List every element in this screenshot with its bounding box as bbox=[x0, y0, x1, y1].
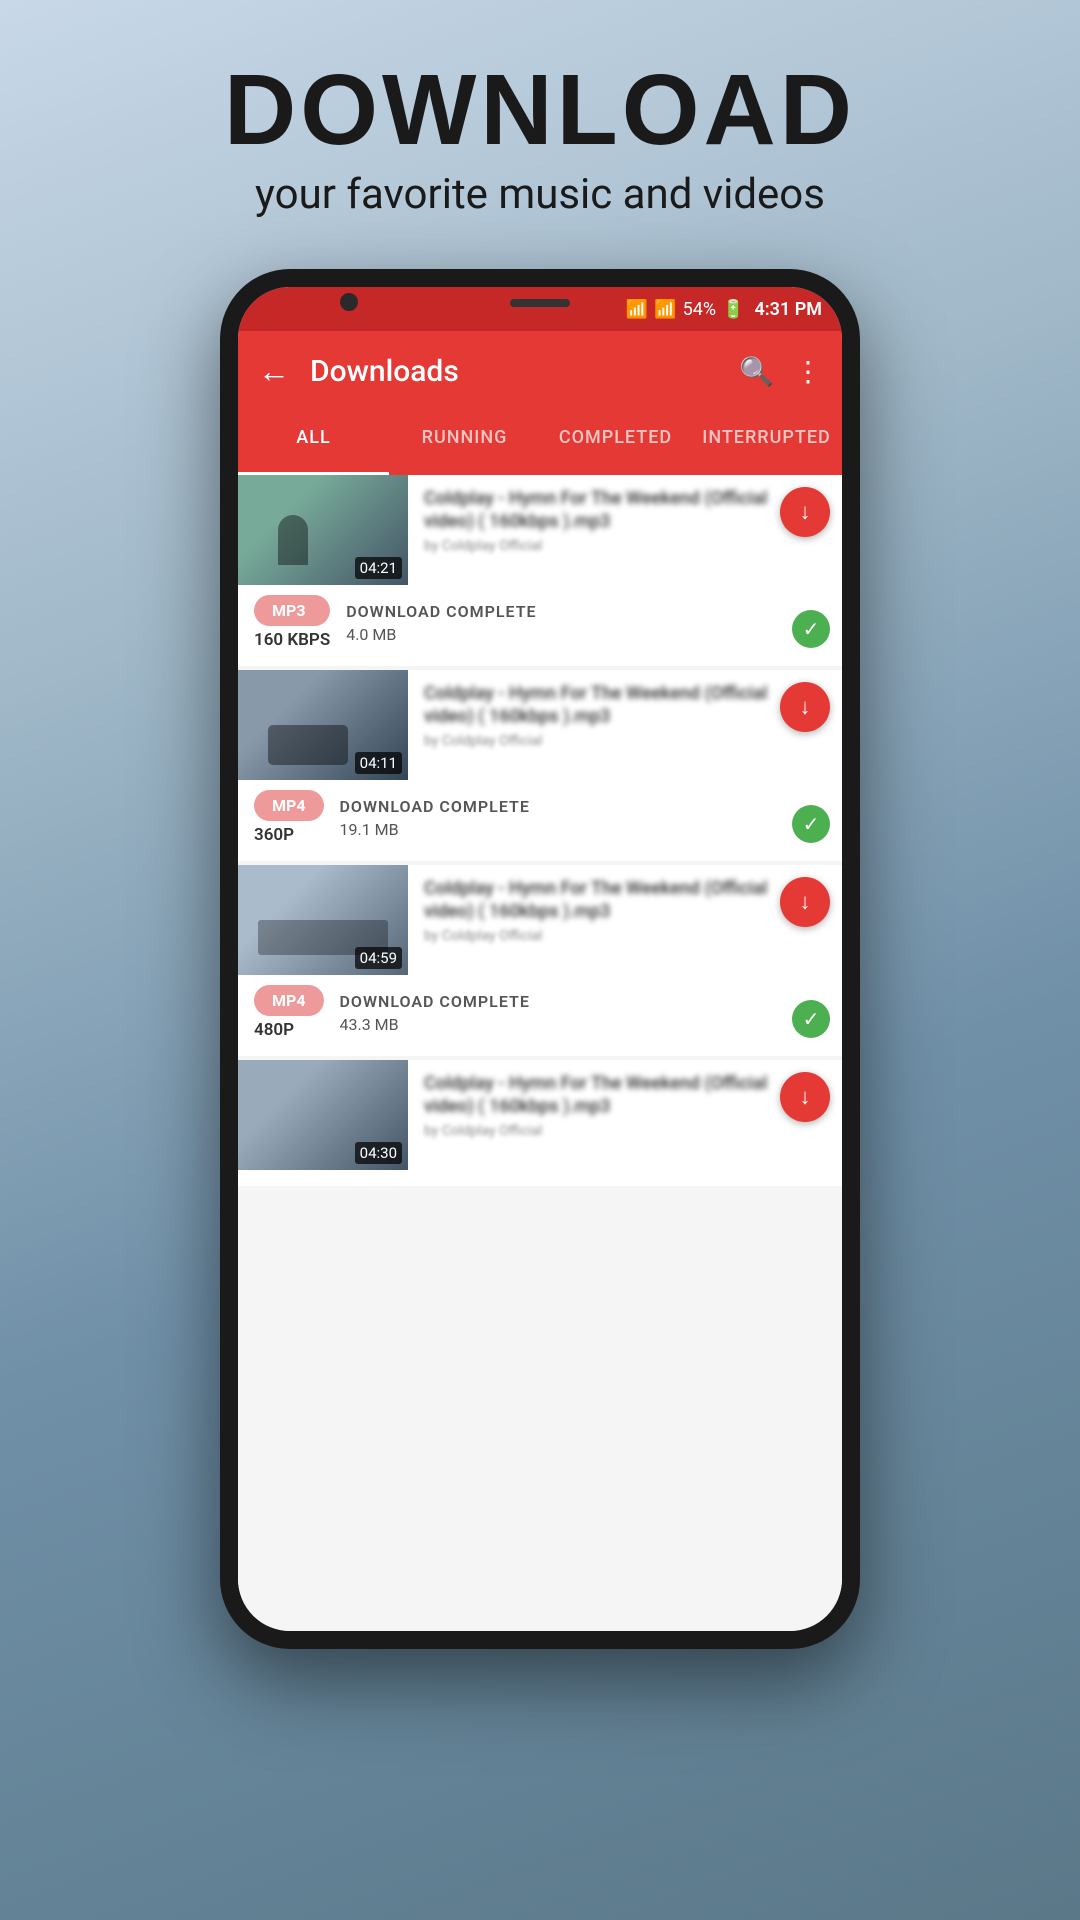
quality-label-1: 160 KBPS bbox=[254, 630, 330, 650]
battery-icon: 🔋 bbox=[722, 299, 744, 320]
status-label-3: DOWNLOAD COMPLETE bbox=[340, 992, 530, 1011]
battery-percent: 54% bbox=[683, 299, 716, 320]
downloads-list: 04:21 Coldplay - Hymn For The Weekend (O… bbox=[238, 475, 842, 1631]
status-icons: 📶 📶 54% 🔋 4:31 PM bbox=[626, 299, 822, 320]
action-icons: 🔍 ⋮ bbox=[739, 355, 822, 388]
download-info-3: Coldplay - Hymn For The Weekend (Officia… bbox=[408, 865, 842, 975]
download-channel-4: by Coldplay Official bbox=[424, 1123, 772, 1139]
file-size-2: 19.1 MB bbox=[340, 820, 530, 839]
list-item: 04:59 Coldplay - Hymn For The Weekend (O… bbox=[238, 865, 842, 1056]
hero-section: DOWNLOAD your favorite music and videos bbox=[184, 0, 896, 259]
thumbnail-4: 04:30 bbox=[238, 1060, 408, 1170]
bottom-info-3: MP4 480P bbox=[254, 985, 324, 1040]
download-item-top-3: 04:59 Coldplay - Hymn For The Weekend (O… bbox=[238, 865, 842, 975]
download-arrow-icon-4: ↓ bbox=[800, 1084, 811, 1110]
download-title-1: Coldplay - Hymn For The Weekend (Officia… bbox=[424, 487, 772, 534]
file-size-3: 43.3 MB bbox=[340, 1015, 530, 1034]
download-channel-3: by Coldplay Official bbox=[424, 928, 772, 944]
download-title-2: Coldplay - Hymn For The Weekend (Officia… bbox=[424, 682, 772, 729]
tab-all[interactable]: All bbox=[238, 411, 389, 475]
back-icon: ← bbox=[258, 352, 290, 390]
download-action-btn-2[interactable]: ↓ bbox=[780, 682, 830, 732]
download-title-3: Coldplay - Hymn For The Weekend (Officia… bbox=[424, 877, 772, 924]
status-label-2: DOWNLOAD COMPLETE bbox=[340, 797, 530, 816]
format-badge-3: MP4 bbox=[254, 985, 324, 1016]
download-arrow-icon-1: ↓ bbox=[800, 499, 811, 525]
list-item: 04:30 Coldplay - Hymn For The Weekend (O… bbox=[238, 1060, 842, 1186]
bottom-info-1: MP3 160 KBPS bbox=[254, 595, 330, 650]
status-time: 4:31 PM bbox=[754, 299, 822, 320]
download-title-4: Coldplay - Hymn For The Weekend (Officia… bbox=[424, 1072, 772, 1119]
more-options-button[interactable]: ⋮ bbox=[794, 355, 822, 388]
download-item-bottom-2: MP4 360P DOWNLOAD COMPLETE 19.1 MB ✓ bbox=[238, 780, 842, 845]
thumbnail-3: 04:59 bbox=[238, 865, 408, 975]
hero-subtitle: your favorite music and videos bbox=[224, 170, 856, 219]
status-label-1: DOWNLOAD COMPLETE bbox=[346, 602, 536, 621]
list-item: 04:11 Coldplay - Hymn For The Weekend (O… bbox=[238, 670, 842, 861]
tab-running[interactable]: Running bbox=[389, 411, 540, 475]
tab-interrupted[interactable]: Interrupted bbox=[691, 411, 842, 475]
duration-4: 04:30 bbox=[355, 1142, 402, 1164]
download-info-2: Coldplay - Hymn For The Weekend (Officia… bbox=[408, 670, 842, 780]
list-item: 04:21 Coldplay - Hymn For The Weekend (O… bbox=[238, 475, 842, 666]
download-action-btn-3[interactable]: ↓ bbox=[780, 877, 830, 927]
check-icon-3: ✓ bbox=[792, 1000, 830, 1038]
download-action-btn-4[interactable]: ↓ bbox=[780, 1072, 830, 1122]
check-icon-1: ✓ bbox=[792, 610, 830, 648]
download-channel-2: by Coldplay Official bbox=[424, 733, 772, 749]
wifi-icon: 📶 bbox=[626, 299, 648, 320]
status-info-1: DOWNLOAD COMPLETE 4.0 MB bbox=[346, 602, 536, 644]
download-arrow-icon-2: ↓ bbox=[800, 694, 811, 720]
app-bar: ← Downloads 🔍 ⋮ bbox=[238, 331, 842, 411]
download-item-top-1: 04:21 Coldplay - Hymn For The Weekend (O… bbox=[238, 475, 842, 585]
quality-label-3: 480P bbox=[254, 1020, 324, 1040]
quality-label-2: 360P bbox=[254, 825, 324, 845]
phone-frame: 📶 📶 54% 🔋 4:31 PM ← Downloads 🔍 ⋮ All bbox=[220, 269, 860, 1649]
download-arrow-icon-3: ↓ bbox=[800, 889, 811, 915]
check-icon-2: ✓ bbox=[792, 805, 830, 843]
download-item-top-4: 04:30 Coldplay - Hymn For The Weekend (O… bbox=[238, 1060, 842, 1170]
duration-1: 04:21 bbox=[355, 557, 402, 579]
format-badge-2: MP4 bbox=[254, 790, 324, 821]
download-item-bottom-3: MP4 480P DOWNLOAD COMPLETE 43.3 MB ✓ bbox=[238, 975, 842, 1040]
download-info-1: Coldplay - Hymn For The Weekend (Officia… bbox=[408, 475, 842, 585]
signal-icon: 📶 bbox=[654, 299, 676, 320]
tab-completed[interactable]: Completed bbox=[540, 411, 691, 475]
format-badge-1: MP3 bbox=[254, 595, 330, 626]
download-item-bottom-1: MP3 160 KBPS DOWNLOAD COMPLETE 4.0 MB ✓ bbox=[238, 585, 842, 650]
duration-3: 04:59 bbox=[355, 947, 402, 969]
hero-title: DOWNLOAD bbox=[224, 60, 856, 160]
thumbnail-1: 04:21 bbox=[238, 475, 408, 585]
status-info-3: DOWNLOAD COMPLETE 43.3 MB bbox=[340, 992, 530, 1034]
phone-screen: 📶 📶 54% 🔋 4:31 PM ← Downloads 🔍 ⋮ All bbox=[238, 287, 842, 1631]
tabs-bar: All Running Completed Interrupted bbox=[238, 411, 842, 475]
app-bar-title: Downloads bbox=[310, 354, 739, 389]
thumbnail-2: 04:11 bbox=[238, 670, 408, 780]
duration-2: 04:11 bbox=[355, 752, 402, 774]
search-button[interactable]: 🔍 bbox=[739, 355, 774, 388]
status-info-2: DOWNLOAD COMPLETE 19.1 MB bbox=[340, 797, 530, 839]
file-size-1: 4.0 MB bbox=[346, 625, 536, 644]
download-channel-1: by Coldplay Official bbox=[424, 538, 772, 554]
download-info-4: Coldplay - Hymn For The Weekend (Officia… bbox=[408, 1060, 842, 1170]
bottom-info-2: MP4 360P bbox=[254, 790, 324, 845]
back-button[interactable]: ← bbox=[258, 352, 290, 390]
download-action-btn-1[interactable]: ↓ bbox=[780, 487, 830, 537]
download-item-top-2: 04:11 Coldplay - Hymn For The Weekend (O… bbox=[238, 670, 842, 780]
status-bar: 📶 📶 54% 🔋 4:31 PM bbox=[238, 287, 842, 331]
